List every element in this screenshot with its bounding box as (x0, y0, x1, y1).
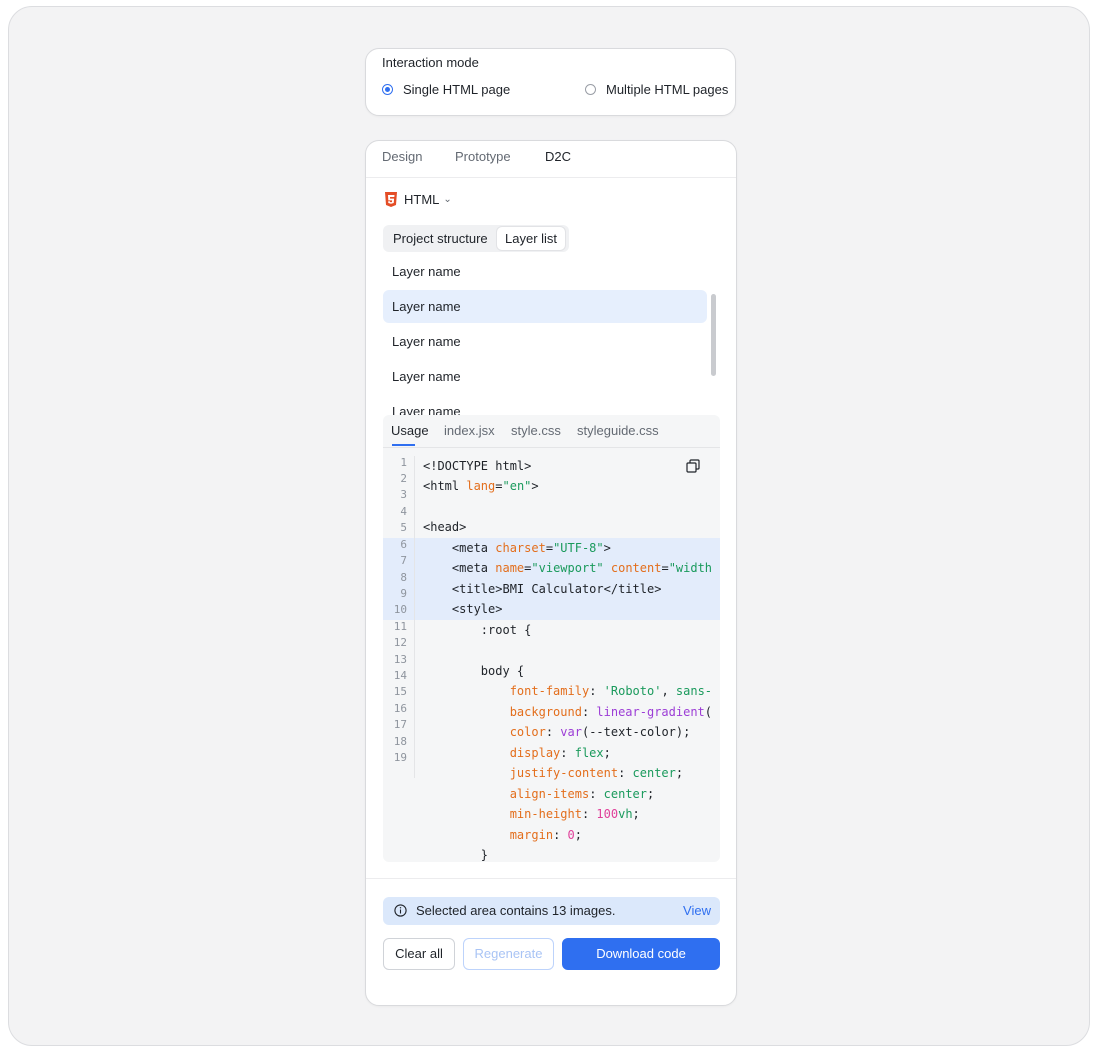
code-line: justify-content: center; (509, 766, 684, 780)
line-number: 8 (400, 571, 407, 584)
code-line: display: flex; (509, 746, 611, 760)
code-line: <!DOCTYPE html> (423, 459, 532, 473)
line-number: 11 (393, 620, 407, 633)
tab-prototype[interactable]: Prototype (455, 149, 511, 164)
code-tab-index-jsx[interactable]: index.jsx (444, 423, 495, 438)
active-tab-indicator (392, 444, 415, 446)
code-line: margin: 0; (509, 828, 582, 842)
line-number: 7 (400, 554, 407, 567)
line-number: 14 (393, 669, 407, 682)
view-link[interactable]: View (683, 903, 711, 918)
layer-row[interactable]: Layer name (383, 360, 707, 393)
top-tabs: Design Prototype D2C (366, 141, 736, 178)
line-number: 3 (400, 488, 407, 501)
code-tab-style-css[interactable]: style.css (511, 423, 561, 438)
line-number: 16 (393, 702, 407, 715)
line-number: 13 (393, 653, 407, 666)
code-line: min-height: 100vh; (509, 807, 640, 821)
layer-row[interactable]: Layer name (383, 325, 707, 358)
code-line: align-items: center; (509, 787, 655, 801)
code-editor: <!DOCTYPE html> <html lang="en"> <head> … (423, 456, 712, 862)
single-html-page-label: Single HTML page (403, 82, 511, 97)
tab-d2c[interactable]: D2C (545, 149, 571, 164)
d2c-panel: Design Prototype D2C HTML ⌄ Project stru… (365, 140, 737, 1006)
code-tabs: Usage index.jsx style.css styleguide.css (383, 415, 720, 448)
code-line: background: linear-gradient( (509, 705, 713, 719)
interaction-mode-card: Interaction mode Single HTML page Multip… (365, 48, 736, 116)
html5-icon (385, 192, 397, 207)
code-line: :root { (423, 623, 532, 637)
layer-row[interactable]: Layer name (383, 255, 707, 288)
language-label: HTML (404, 192, 440, 207)
line-number: 6 (400, 538, 407, 551)
download-code-button[interactable]: Download code (562, 938, 720, 970)
code-line: color: var(--text-color); (509, 725, 691, 739)
regenerate-button[interactable]: Regenerate (463, 938, 554, 970)
code-line: font-family: 'Roboto', sans- (509, 684, 713, 698)
line-number: 9 (400, 587, 407, 600)
copy-icon[interactable] (686, 459, 700, 473)
clear-all-button[interactable]: Clear all (383, 938, 455, 970)
layer-list: Layer name Layer name Layer name Layer n… (383, 255, 723, 415)
images-notice: Selected area contains 13 images. View (383, 897, 720, 925)
line-number: 10 (393, 603, 407, 616)
code-line: body { (423, 664, 525, 678)
code-line: <title>BMI Calculator</title> (423, 582, 662, 596)
code-line: <head> (423, 520, 467, 534)
line-number: 15 (393, 685, 407, 698)
line-number: 4 (400, 505, 407, 518)
code-tab-usage[interactable]: Usage (391, 423, 429, 438)
single-html-page-option[interactable]: Single HTML page (382, 82, 510, 97)
radio-selected-icon[interactable] (382, 84, 393, 95)
layer-list-scrollbar[interactable] (711, 294, 716, 376)
segment-layer-list[interactable]: Layer list (497, 227, 566, 250)
layer-row-selected[interactable]: Layer name (383, 290, 707, 323)
code-panel: Usage index.jsx style.css styleguide.css… (383, 415, 720, 862)
code-line: <meta charset="UTF-8"> (423, 541, 611, 555)
notice-message: Selected area contains 13 images. (416, 903, 616, 918)
interaction-mode-title: Interaction mode (382, 55, 479, 70)
line-number: 2 (400, 472, 407, 485)
layer-row[interactable]: Layer name (383, 395, 707, 415)
line-number: 5 (400, 521, 407, 534)
code-line: <html lang="en"> (423, 479, 539, 493)
line-number: 19 (393, 751, 407, 764)
code-line: <style> (423, 602, 503, 616)
section-divider (366, 878, 736, 879)
segment-project-structure[interactable]: Project structure (385, 227, 496, 250)
app-canvas: Interaction mode Single HTML page Multip… (8, 6, 1090, 1046)
info-icon (394, 904, 407, 917)
line-number: 18 (393, 735, 407, 748)
code-tab-styleguide-css[interactable]: styleguide.css (577, 423, 659, 438)
view-segmented-control: Project structure Layer list (383, 225, 569, 252)
chevron-down-icon: ⌄ (443, 194, 452, 205)
line-number-gutter: 1 2 3 4 5 6 7 8 9 10 11 12 13 14 15 16 1… (383, 456, 415, 778)
radio-unselected-icon[interactable] (585, 84, 596, 95)
multiple-html-pages-label: Multiple HTML pages (606, 82, 729, 97)
language-selector[interactable]: HTML ⌄ (384, 192, 452, 207)
multiple-html-pages-option[interactable]: Multiple HTML pages (585, 82, 728, 97)
line-number: 17 (393, 718, 407, 731)
code-line: <meta name="viewport" content="width (423, 561, 713, 575)
code-line: } (423, 848, 489, 862)
line-number: 12 (393, 636, 407, 649)
tab-design[interactable]: Design (382, 149, 422, 164)
line-number: 1 (400, 456, 407, 469)
